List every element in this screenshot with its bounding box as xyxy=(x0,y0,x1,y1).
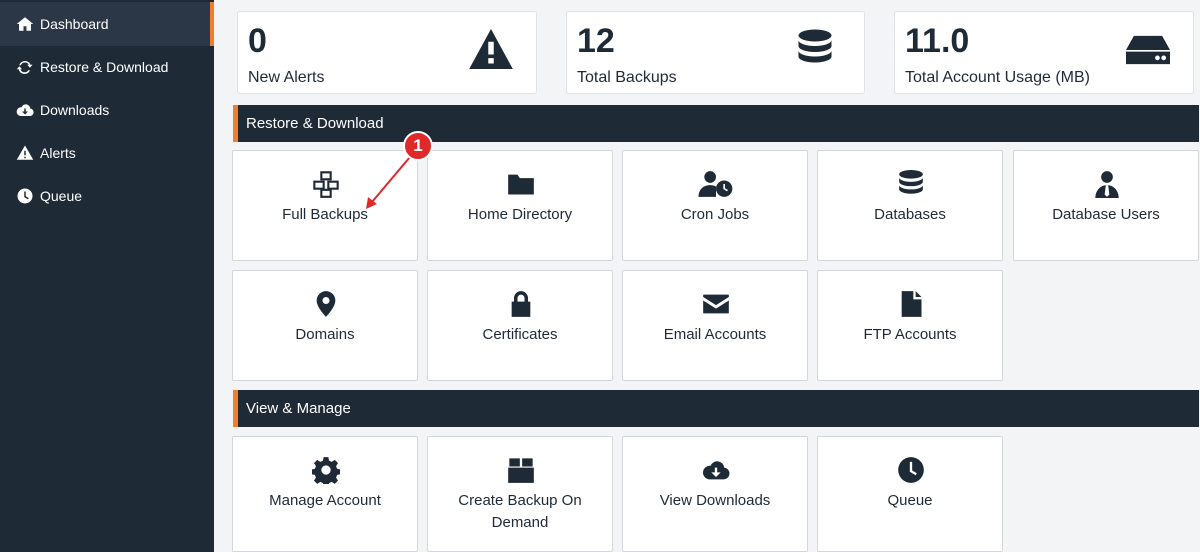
lock-icon xyxy=(511,291,531,317)
tile-domains[interactable]: Domains xyxy=(232,270,418,381)
tile-label: FTP Accounts xyxy=(863,326,957,343)
stat-card-total-backups[interactable]: 12 Total Backups xyxy=(566,11,865,94)
tile-label: Database Users xyxy=(1052,206,1160,223)
sidebar-item-dashboard[interactable]: Dashboard xyxy=(0,2,214,46)
tile-label: Home Directory xyxy=(467,206,573,223)
sidebar-item-alerts[interactable]: Alerts xyxy=(0,131,214,175)
clock-icon xyxy=(898,457,924,483)
cubes-icon xyxy=(313,171,339,198)
sidebar-item-label: Queue xyxy=(40,188,83,204)
stat-value: 11.0 xyxy=(905,22,970,60)
refresh-icon xyxy=(16,60,33,74)
database-icon xyxy=(899,170,923,194)
annotation-badge: 1 xyxy=(403,131,433,161)
cloud-download-icon xyxy=(703,461,730,480)
tile-label: Certificates xyxy=(482,326,558,343)
sidebar-item-restore-download[interactable]: Restore & Download xyxy=(0,45,214,89)
tile-manage-account[interactable]: Manage Account xyxy=(232,436,418,552)
folder-icon xyxy=(508,174,534,195)
stat-label: Total Backups xyxy=(577,69,677,86)
tile-certificates[interactable]: Certificates xyxy=(427,270,613,381)
sidebar: Dashboard Restore & Download Downloads A… xyxy=(0,0,214,552)
warning-icon xyxy=(16,145,34,160)
home-icon xyxy=(16,17,34,31)
section-title: View & Manage xyxy=(246,400,351,417)
sidebar-item-label: Dashboard xyxy=(40,16,109,32)
database-icon xyxy=(798,29,832,63)
user-clock-icon xyxy=(698,171,733,197)
section-header-view-manage: View & Manage xyxy=(233,390,1199,427)
tile-label: Manage Account xyxy=(269,492,381,509)
tile-home-directory[interactable]: Home Directory xyxy=(427,150,613,261)
sidebar-item-label: Restore & Download xyxy=(40,59,169,75)
tile-label: Databases xyxy=(874,206,946,223)
warning-icon xyxy=(469,29,513,69)
envelope-icon xyxy=(703,294,729,314)
tile-label: Cron Jobs xyxy=(680,206,750,223)
stat-label: New Alerts xyxy=(248,69,325,86)
user-tie-icon xyxy=(1095,171,1119,198)
tile-label: Create Backup On Demand xyxy=(458,492,582,531)
box-icon xyxy=(508,458,534,483)
tile-label: Full Backups xyxy=(282,206,368,223)
section-header-restore-download: Restore & Download xyxy=(233,105,1199,142)
hdd-icon xyxy=(1126,35,1170,65)
tile-create-backup-on-demand[interactable]: Create Backup On Demand xyxy=(427,436,613,552)
tile-email-accounts[interactable]: Email Accounts xyxy=(622,270,808,381)
stat-card-new-alerts[interactable]: 0 New Alerts xyxy=(237,11,537,94)
tile-full-backups[interactable]: Full Backups xyxy=(232,150,418,261)
sidebar-item-downloads[interactable]: Downloads xyxy=(0,88,214,132)
tile-databases[interactable]: Databases xyxy=(817,150,1003,261)
sidebar-item-queue[interactable]: Queue xyxy=(0,174,214,218)
tile-label: View Downloads xyxy=(659,492,771,509)
sidebar-item-label: Downloads xyxy=(40,102,110,118)
cloud-download-icon xyxy=(16,104,34,117)
stat-value: 12 xyxy=(577,22,615,60)
clock-icon xyxy=(17,188,33,204)
stat-value: 0 xyxy=(248,22,267,60)
map-marker-icon xyxy=(316,291,336,317)
gear-icon xyxy=(312,457,340,484)
tile-label: Email Accounts xyxy=(663,326,767,343)
file-icon xyxy=(901,291,922,317)
tile-database-users[interactable]: Database Users xyxy=(1013,150,1199,261)
tile-label: Queue xyxy=(887,492,933,509)
tile-ftp-accounts[interactable]: FTP Accounts xyxy=(817,270,1003,381)
tile-view-downloads[interactable]: View Downloads xyxy=(622,436,808,552)
tile-queue[interactable]: Queue xyxy=(817,436,1003,552)
tile-label: Domains xyxy=(295,326,355,343)
sidebar-item-label: Alerts xyxy=(40,145,76,161)
stat-label: Total Account Usage (MB) xyxy=(905,69,1090,86)
tile-cron-jobs[interactable]: Cron Jobs xyxy=(622,150,808,261)
section-title: Restore & Download xyxy=(246,115,384,132)
stat-card-account-usage[interactable]: 11.0 Total Account Usage (MB) xyxy=(894,11,1194,94)
